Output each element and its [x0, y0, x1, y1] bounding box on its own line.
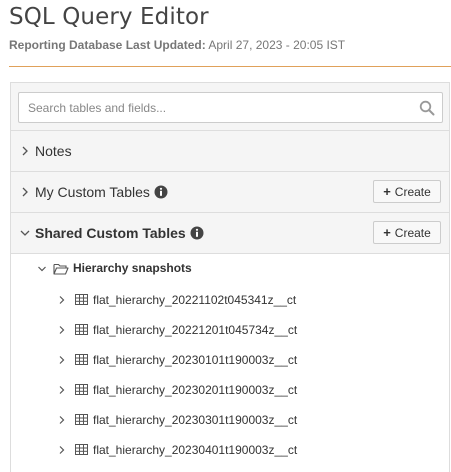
- table-row[interactable]: flat_hierarchy_20221102t045341z__ct: [11, 284, 449, 314]
- table-icon: [75, 444, 88, 455]
- section-shared-custom-tables[interactable]: Shared Custom Tables + Create: [11, 213, 449, 254]
- chevron-down-icon[interactable]: [37, 264, 47, 274]
- create-my-custom-table-button[interactable]: + Create: [373, 180, 441, 203]
- plus-icon: +: [383, 225, 391, 240]
- last-updated-label: Reporting Database Last Updated:: [9, 38, 206, 52]
- table-name: flat_hierarchy_20221102t045341z__ct: [93, 293, 297, 307]
- table-name: flat_hierarchy_20230101t190003z__ct: [93, 353, 298, 367]
- chevron-right-icon[interactable]: [57, 355, 67, 365]
- table-icon: [75, 324, 88, 335]
- create-shared-custom-table-button[interactable]: + Create: [373, 221, 441, 244]
- header-divider: [9, 66, 451, 67]
- info-icon[interactable]: [154, 185, 168, 199]
- last-updated-value: April 27, 2023 - 20:05 IST: [208, 38, 346, 52]
- table-name: flat_hierarchy_20221201t045734z__ct: [93, 323, 298, 337]
- search-icon[interactable]: [419, 100, 435, 116]
- search-input[interactable]: [19, 93, 409, 122]
- table-icon: [75, 294, 88, 305]
- shared-tables-tree: Hierarchy snapshots flat_hierarchy_20221…: [11, 254, 449, 464]
- search-bar: [11, 83, 449, 131]
- chevron-right-icon[interactable]: [57, 415, 67, 425]
- page-title: SQL Query Editor: [9, 4, 209, 30]
- chevron-down-icon[interactable]: [19, 227, 31, 239]
- last-updated: Reporting Database Last Updated: April 2…: [9, 38, 345, 52]
- table-row[interactable]: flat_hierarchy_20230201t190003z__ct: [11, 374, 449, 404]
- chevron-right-icon[interactable]: [57, 295, 67, 305]
- table-row[interactable]: flat_hierarchy_20221201t045734z__ct: [11, 314, 449, 344]
- create-button-label: Create: [394, 184, 431, 199]
- chevron-right-icon[interactable]: [57, 325, 67, 335]
- table-icon: [75, 384, 88, 395]
- section-notes[interactable]: Notes: [11, 131, 449, 172]
- table-row[interactable]: flat_hierarchy_20230301t190003z__ct: [11, 404, 449, 434]
- table-name: flat_hierarchy_20230401t190003z__ct: [93, 443, 298, 457]
- info-icon[interactable]: [190, 226, 204, 240]
- section-my-custom-tables-label: My Custom Tables: [35, 184, 168, 200]
- create-button-label: Create: [394, 225, 431, 240]
- chevron-right-icon[interactable]: [19, 145, 31, 157]
- folder-hierarchy-snapshots[interactable]: Hierarchy snapshots: [11, 254, 449, 284]
- chevron-right-icon[interactable]: [57, 385, 67, 395]
- table-row[interactable]: flat_hierarchy_20230101t190003z__ct: [11, 344, 449, 374]
- chevron-right-icon[interactable]: [19, 186, 31, 198]
- table-icon: [75, 414, 88, 425]
- table-icon: [75, 354, 88, 365]
- table-row[interactable]: flat_hierarchy_20230401t190003z__ct: [11, 434, 449, 464]
- table-name: flat_hierarchy_20230301t190003z__ct: [93, 413, 298, 427]
- folder-open-icon: [53, 263, 69, 275]
- shared-custom-tables-text: Shared Custom Tables: [35, 225, 186, 241]
- section-shared-custom-tables-label: Shared Custom Tables: [35, 225, 204, 241]
- my-custom-tables-text: My Custom Tables: [35, 184, 150, 200]
- table-name: flat_hierarchy_20230201t190003z__ct: [93, 383, 298, 397]
- section-notes-label: Notes: [35, 143, 72, 159]
- folder-label: Hierarchy snapshots: [73, 261, 192, 275]
- chevron-right-icon[interactable]: [57, 445, 67, 455]
- search-box: [18, 92, 443, 123]
- plus-icon: +: [383, 184, 391, 199]
- schema-browser-panel: Notes My Custom Tables + Create Shared C…: [10, 82, 450, 472]
- section-my-custom-tables[interactable]: My Custom Tables + Create: [11, 172, 449, 213]
